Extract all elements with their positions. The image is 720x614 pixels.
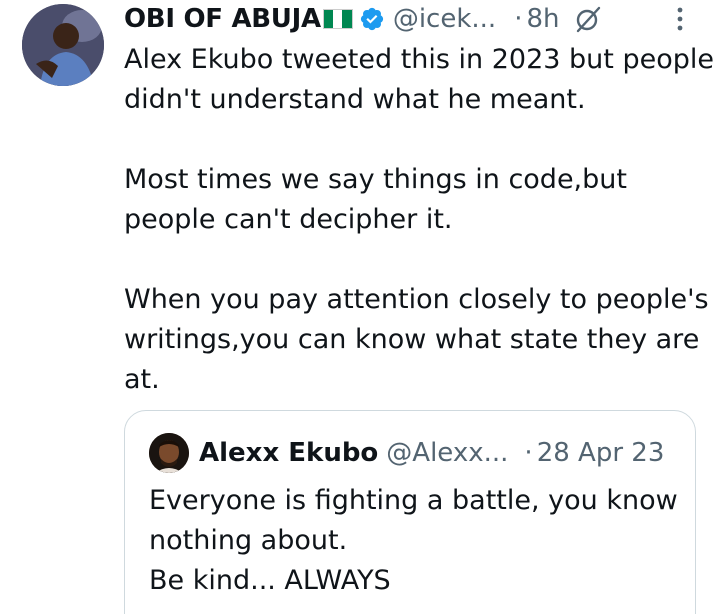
author-avatar[interactable] [22, 4, 104, 86]
quoted-tweet-header: Alexx Ekubo @Alexx... · 28 Apr 23 [149, 433, 664, 473]
header-separator: · [514, 4, 523, 34]
author-display-name[interactable]: OBI OF ABUJA [124, 4, 321, 34]
quoted-author-handle[interactable]: @Alexx... [386, 438, 508, 468]
tweet-text: Alex Ekubo tweeted this in 2023 but peop… [124, 44, 714, 395]
tweet-header: OBI OF ABUJA @icek... · 8h [124, 2, 714, 36]
author-handle[interactable]: @icek... [393, 4, 496, 34]
more-options-icon[interactable] [676, 7, 684, 31]
quoted-header-separator: · [524, 438, 533, 468]
quoted-tweet-date[interactable]: 28 Apr 23 [537, 438, 665, 468]
quoted-author-avatar[interactable] [149, 433, 189, 473]
grok-icon[interactable] [573, 4, 603, 34]
nigeria-flag-icon [322, 9, 353, 29]
author-avatar-image [22, 4, 104, 86]
verified-badge-icon [360, 7, 383, 31]
tweet-timestamp[interactable]: 8h [526, 4, 559, 34]
quoted-tweet[interactable]: Alexx Ekubo @Alexx... · 28 Apr 23 Everyo… [124, 410, 696, 614]
quoted-tweet-text: Everyone is fighting a battle, you know … [149, 485, 678, 596]
quoted-author-display-name[interactable]: Alexx Ekubo [199, 438, 378, 468]
quoted-author-avatar-image [149, 433, 189, 473]
